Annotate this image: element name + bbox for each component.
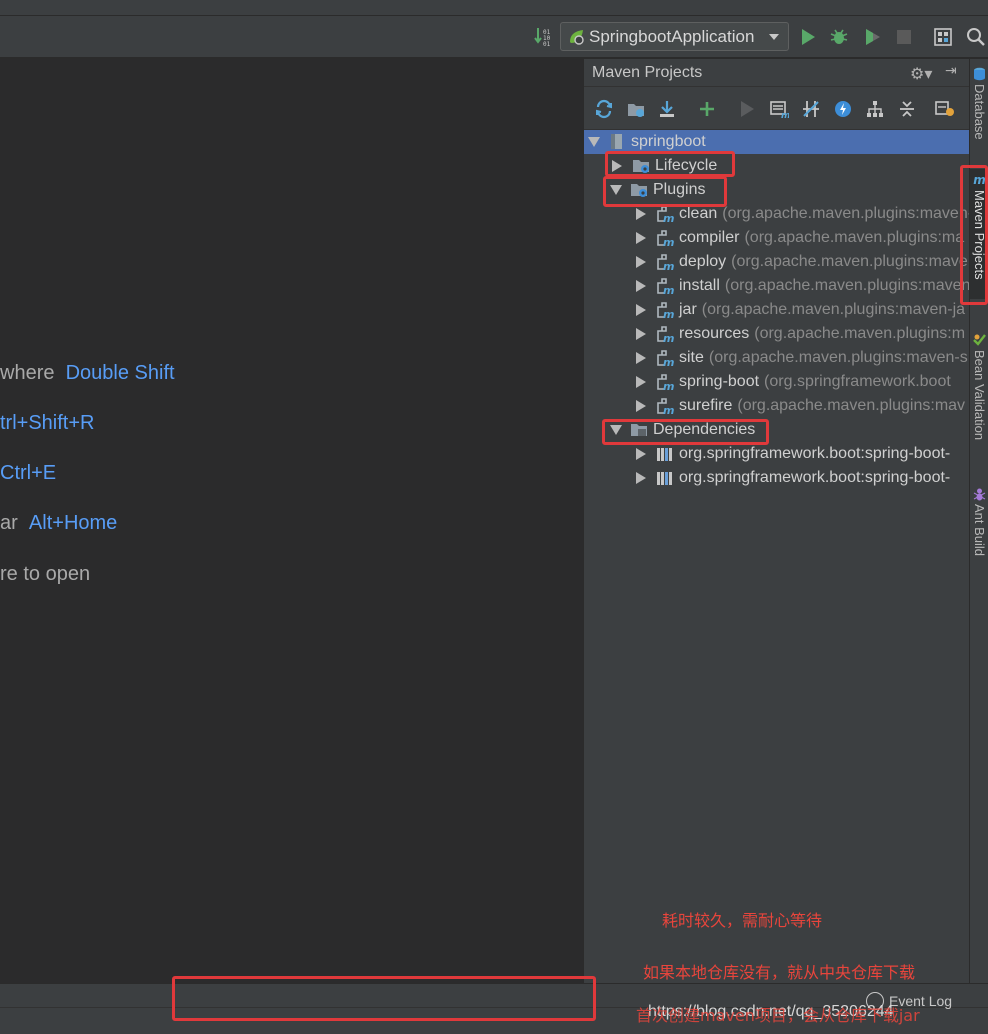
svg-text:m: m: [663, 332, 674, 343]
hint-goto-file: trl+Shift+R: [0, 412, 95, 434]
reimport-icon[interactable]: [593, 98, 615, 120]
tree-node-plugin[interactable]: m compiler (org.apache.maven.plugins:ma: [584, 226, 969, 250]
hint-recent-files: Ctrl+E: [0, 462, 57, 484]
chevron-down-icon: [769, 34, 779, 40]
svg-text:m: m: [663, 260, 674, 271]
main-toolbar: 01 10 01 SpringbootApplication: [0, 16, 988, 58]
run-icon[interactable]: [796, 25, 820, 49]
svg-text:m: m: [663, 404, 674, 415]
maven-plugin-icon: m: [656, 373, 674, 393]
run-configuration-label: SpringbootApplication: [589, 26, 755, 46]
annotation-note-2: 如果本地仓库没有，就从中央仓库下载: [643, 963, 916, 982]
tab-bean-validation[interactable]: Bean Validation: [970, 333, 988, 440]
maven-plugin-icon: m: [656, 325, 674, 345]
library-icon: [656, 445, 674, 463]
tab-ant-build[interactable]: Ant Build: [970, 487, 988, 556]
maven-panel-title: Maven Projects: [592, 64, 703, 81]
sort-binary-icon[interactable]: 01 10 01: [533, 26, 553, 48]
generate-sources-icon[interactable]: [625, 98, 647, 120]
maven-plugin-icon: m: [656, 229, 674, 249]
maven-panel-header: Maven Projects ⚙▾ ⇥: [584, 59, 969, 87]
project-structure-icon[interactable]: [931, 25, 955, 49]
expand-arrow-icon[interactable]: [636, 352, 646, 364]
expand-arrow-icon[interactable]: [636, 472, 646, 484]
svg-text:m: m: [663, 284, 674, 295]
tree-node-plugin[interactable]: m surefire (org.apache.maven.plugins:mav: [584, 394, 969, 418]
annotation-note-1: 耗时较久，需耐心等待: [662, 911, 823, 930]
tree-node-plugin[interactable]: m deploy (org.apache.maven.plugins:mave: [584, 250, 969, 274]
toggle-offline-mode-icon[interactable]: [800, 98, 822, 120]
run-with-coverage-icon[interactable]: [860, 25, 884, 49]
tree-node-plugin[interactable]: m site (org.apache.maven.plugins:maven-s: [584, 346, 969, 370]
hint-navigation-bar: ar Alt+Home: [0, 512, 118, 534]
download-sources-icon[interactable]: [656, 98, 678, 120]
expand-arrow-icon[interactable]: [636, 256, 646, 268]
gear-icon[interactable]: ⚙▾: [910, 64, 932, 83]
svg-text:01: 01: [543, 41, 551, 48]
maven-plugin-icon: m: [656, 277, 674, 297]
database-icon: [974, 67, 985, 81]
svg-text:m: m: [663, 308, 674, 319]
expand-arrow-icon[interactable]: [636, 304, 646, 316]
tree-node-dependency[interactable]: org.springframework.boot:spring-boot-: [584, 466, 969, 490]
library-icon: [656, 469, 674, 487]
maven-module-icon: [608, 133, 626, 151]
highlight-box-progress: [172, 976, 596, 1021]
bean-validation-icon: [973, 334, 986, 346]
maven-plugin-icon: m: [656, 205, 674, 225]
tab-database[interactable]: Database: [970, 67, 988, 140]
stop-icon[interactable]: [892, 25, 916, 49]
expand-arrow-icon[interactable]: [636, 232, 646, 244]
run-configuration-select[interactable]: SpringbootApplication: [560, 22, 789, 51]
debug-icon[interactable]: [827, 25, 851, 49]
show-dependencies-icon[interactable]: [864, 98, 886, 120]
svg-text:m: m: [663, 236, 674, 247]
expand-arrow-icon[interactable]: [636, 448, 646, 460]
svg-text:m: m: [663, 356, 674, 367]
svg-text:m: m: [663, 212, 674, 223]
highlight-box-plugins: [603, 176, 727, 207]
maven-toolbar: m: [584, 88, 969, 130]
tree-node-plugin[interactable]: m jar (org.apache.maven.plugins:maven-ja: [584, 298, 969, 322]
annotation-note-3: 首次创建maven项目，会从仓库下载jar: [636, 1006, 920, 1025]
spring-boot-icon: [570, 29, 584, 45]
maven-plugin-icon: m: [656, 301, 674, 321]
svg-text:m: m: [663, 380, 674, 391]
expand-arrow-icon[interactable]: [636, 400, 646, 412]
svg-text:m: m: [781, 111, 789, 119]
ant-icon: [973, 488, 986, 501]
expand-arrow-icon[interactable]: [636, 280, 646, 292]
hint-drop-files: re to open: [0, 563, 91, 585]
expand-arrow-icon[interactable]: [636, 376, 646, 388]
highlight-box-dependencies: [602, 419, 769, 445]
collapse-all-icon[interactable]: [896, 98, 918, 120]
run-maven-build-icon[interactable]: [736, 98, 758, 120]
maven-plugin-icon: m: [656, 397, 674, 417]
tree-node-plugin[interactable]: m resources (org.apache.maven.plugins:m: [584, 322, 969, 346]
maven-settings-icon[interactable]: [934, 98, 956, 120]
tree-node-plugin[interactable]: m spring-boot (org.springframework.boot: [584, 370, 969, 394]
title-strip: [0, 0, 988, 16]
tree-node-dependency[interactable]: org.springframework.boot:spring-boot-: [584, 442, 969, 466]
expand-arrow-icon[interactable]: [636, 328, 646, 340]
hint-search-everywhere: where Double Shift: [0, 362, 175, 384]
expand-arrow-icon[interactable]: [636, 208, 646, 220]
highlight-box-lifecycle: [605, 151, 735, 177]
hide-panel-icon[interactable]: ⇥: [945, 63, 957, 79]
editor-empty-area: where Double Shift trl+Shift+R Ctrl+E ar…: [0, 59, 583, 983]
maven-plugin-icon: m: [656, 253, 674, 273]
search-icon[interactable]: [964, 25, 988, 49]
expand-arrow-icon[interactable]: [588, 137, 600, 147]
execute-maven-goal-icon[interactable]: m: [768, 98, 790, 120]
add-maven-project-icon[interactable]: [696, 98, 718, 120]
tree-node-plugin[interactable]: m install (org.apache.maven.plugins:maven: [584, 274, 969, 298]
skip-tests-icon[interactable]: [832, 98, 854, 120]
highlight-box-maven-tab: [960, 165, 988, 305]
maven-plugin-icon: m: [656, 349, 674, 369]
